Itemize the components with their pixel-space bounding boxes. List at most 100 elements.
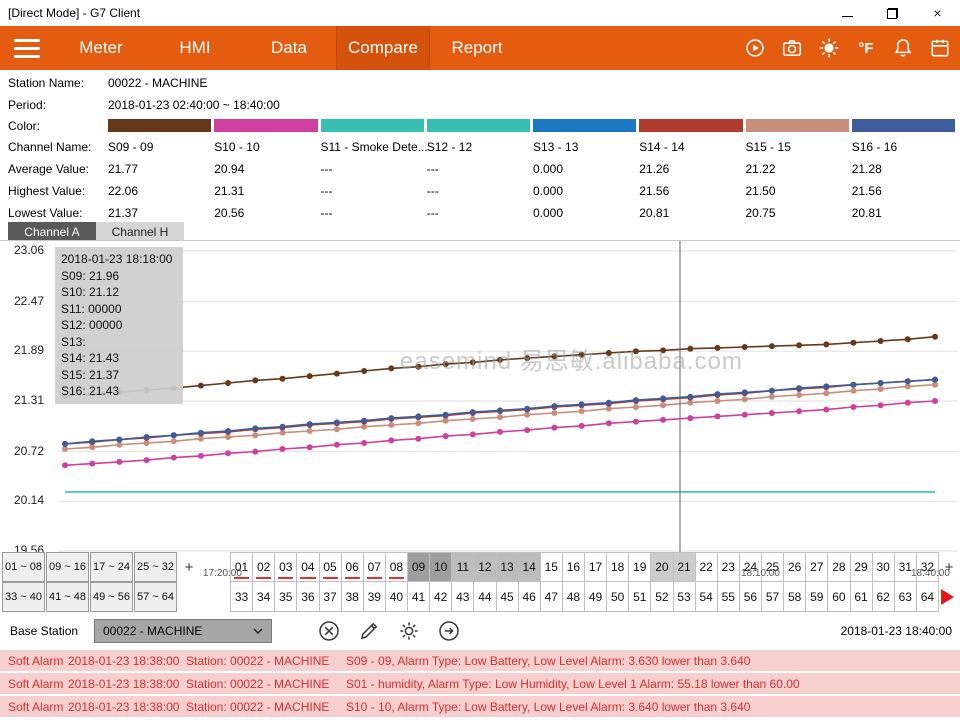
time-cell-50[interactable]: 50 — [607, 582, 629, 612]
data-point-S09 — [796, 342, 802, 348]
data-point-S10 — [633, 419, 639, 425]
time-cell-57[interactable]: 57 — [762, 582, 784, 612]
expand-left-button[interactable]: + — [178, 552, 200, 582]
minimize-button[interactable] — [825, 0, 870, 26]
nav-tab-compare[interactable]: Compare — [336, 26, 430, 70]
nav-tab-data[interactable]: Data — [242, 26, 336, 70]
alarm-bell-icon[interactable] — [889, 34, 917, 62]
time-cell-20[interactable]: 20 — [651, 552, 673, 582]
page-range-button[interactable]: 25 ~ 32 — [134, 552, 177, 582]
time-cell-34[interactable]: 34 — [253, 582, 275, 612]
alarm-row[interactable]: Soft Alarm2018-01-23 18:38:00Station: 00… — [0, 650, 960, 671]
time-cell-41[interactable]: 41 — [408, 582, 430, 612]
fahrenheit-icon[interactable]: °F — [852, 34, 880, 62]
time-cell-09[interactable]: 09 — [408, 552, 430, 582]
time-cell-26[interactable]: 26 — [784, 552, 806, 582]
time-cell-49[interactable]: 49 — [585, 582, 607, 612]
time-cell-18[interactable]: 18 — [607, 552, 629, 582]
time-cell-58[interactable]: 58 — [784, 582, 806, 612]
nav-tab-hmi[interactable]: HMI — [148, 26, 242, 70]
time-cell-45[interactable]: 45 — [497, 582, 519, 612]
menu-icon[interactable] — [0, 26, 54, 70]
time-cell-17[interactable]: 17 — [585, 552, 607, 582]
page-range-button[interactable]: 01 ~ 08 — [2, 552, 45, 582]
time-cell-27[interactable]: 27 — [806, 552, 828, 582]
time-cell-12[interactable]: 12 — [474, 552, 496, 582]
page-range-button[interactable]: 41 ~ 48 — [46, 582, 89, 612]
time-cell-22[interactable]: 22 — [696, 552, 718, 582]
chart-area[interactable]: 23.0622.4721.8921.3120.7220.1419.56 ease… — [0, 240, 960, 558]
time-cell-48[interactable]: 48 — [563, 582, 585, 612]
time-cell-35[interactable]: 35 — [275, 582, 297, 612]
time-cell-56[interactable]: 56 — [740, 582, 762, 612]
time-cell-13[interactable]: 13 — [497, 552, 519, 582]
time-cell-40[interactable]: 40 — [386, 582, 408, 612]
edit-icon[interactable] — [356, 618, 382, 644]
title-bar: [Direct Mode] - G7 Client × — [0, 0, 960, 26]
page-range-button[interactable]: 49 ~ 56 — [90, 582, 133, 612]
time-cell-64[interactable]: 64 — [917, 582, 939, 612]
base-station-dropdown[interactable]: 00022 - MACHINE — [94, 619, 272, 643]
time-cell-06[interactable]: 06 — [342, 552, 364, 582]
channel-color-row — [108, 115, 958, 136]
time-cell-37[interactable]: 37 — [320, 582, 342, 612]
time-cell-53[interactable]: 53 — [674, 582, 696, 612]
settings-icon[interactable] — [396, 618, 422, 644]
time-cell-14[interactable]: 14 — [519, 552, 541, 582]
time-cell-11[interactable]: 11 — [452, 552, 474, 582]
time-cell-61[interactable]: 61 — [851, 582, 873, 612]
tab-channel-h[interactable]: Channel H — [96, 222, 184, 241]
nav-tab-meter[interactable]: Meter — [54, 26, 148, 70]
time-cell-54[interactable]: 54 — [696, 582, 718, 612]
time-cell-23[interactable]: 23 — [718, 552, 740, 582]
go-icon[interactable] — [436, 618, 462, 644]
time-cell-63[interactable]: 63 — [895, 582, 917, 612]
page-range-button[interactable]: 09 ~ 16 — [46, 552, 89, 582]
time-cell-42[interactable]: 42 — [430, 582, 452, 612]
restore-button[interactable] — [870, 0, 915, 26]
tab-channel-a[interactable]: Channel A — [8, 222, 96, 241]
time-cell-62[interactable]: 62 — [873, 582, 895, 612]
time-cell-21[interactable]: 21 — [674, 552, 696, 582]
page-range-button[interactable]: 33 ~ 40 — [2, 582, 45, 612]
sync-icon[interactable] — [741, 34, 769, 62]
time-cell-43[interactable]: 43 — [452, 582, 474, 612]
time-cell-59[interactable]: 59 — [806, 582, 828, 612]
time-cell-10[interactable]: 10 — [430, 552, 452, 582]
time-cell-28[interactable]: 28 — [828, 552, 850, 582]
time-cell-03[interactable]: 03 — [275, 552, 297, 582]
time-cell-30[interactable]: 30 — [873, 552, 895, 582]
time-cell-08[interactable]: 08 — [386, 552, 408, 582]
time-cell-33[interactable]: 33 — [231, 582, 253, 612]
time-cell-29[interactable]: 29 — [851, 552, 873, 582]
time-cell-38[interactable]: 38 — [342, 582, 364, 612]
time-cell-52[interactable]: 52 — [651, 582, 673, 612]
nav-tab-report[interactable]: Report — [430, 26, 524, 70]
time-cell-15[interactable]: 15 — [541, 552, 563, 582]
next-page-arrow[interactable] — [941, 589, 954, 605]
brightness-icon[interactable] — [815, 34, 843, 62]
time-cell-19[interactable]: 19 — [629, 552, 651, 582]
data-point-S15 — [388, 422, 394, 428]
time-cell-02[interactable]: 02 — [253, 552, 275, 582]
time-cell-55[interactable]: 55 — [718, 582, 740, 612]
time-cell-36[interactable]: 36 — [297, 582, 319, 612]
alarm-row[interactable]: Soft Alarm2018-01-23 18:38:00Station: 00… — [0, 696, 960, 717]
calendar-icon[interactable] — [926, 34, 954, 62]
alarm-row[interactable]: Soft Alarm2018-01-23 18:38:00Station: 00… — [0, 673, 960, 694]
page-range-button[interactable]: 57 ~ 64 — [134, 582, 177, 612]
camera-icon[interactable] — [778, 34, 806, 62]
time-cell-60[interactable]: 60 — [828, 582, 850, 612]
time-cell-16[interactable]: 16 — [563, 552, 585, 582]
cancel-icon[interactable] — [316, 618, 342, 644]
time-cell-07[interactable]: 07 — [364, 552, 386, 582]
time-cell-46[interactable]: 46 — [519, 582, 541, 612]
page-range-button[interactable]: 17 ~ 24 — [90, 552, 133, 582]
time-cell-39[interactable]: 39 — [364, 582, 386, 612]
time-cell-04[interactable]: 04 — [297, 552, 319, 582]
time-cell-47[interactable]: 47 — [541, 582, 563, 612]
time-cell-51[interactable]: 51 — [629, 582, 651, 612]
time-cell-05[interactable]: 05 — [320, 552, 342, 582]
close-button[interactable]: × — [915, 0, 960, 26]
time-cell-44[interactable]: 44 — [474, 582, 496, 612]
